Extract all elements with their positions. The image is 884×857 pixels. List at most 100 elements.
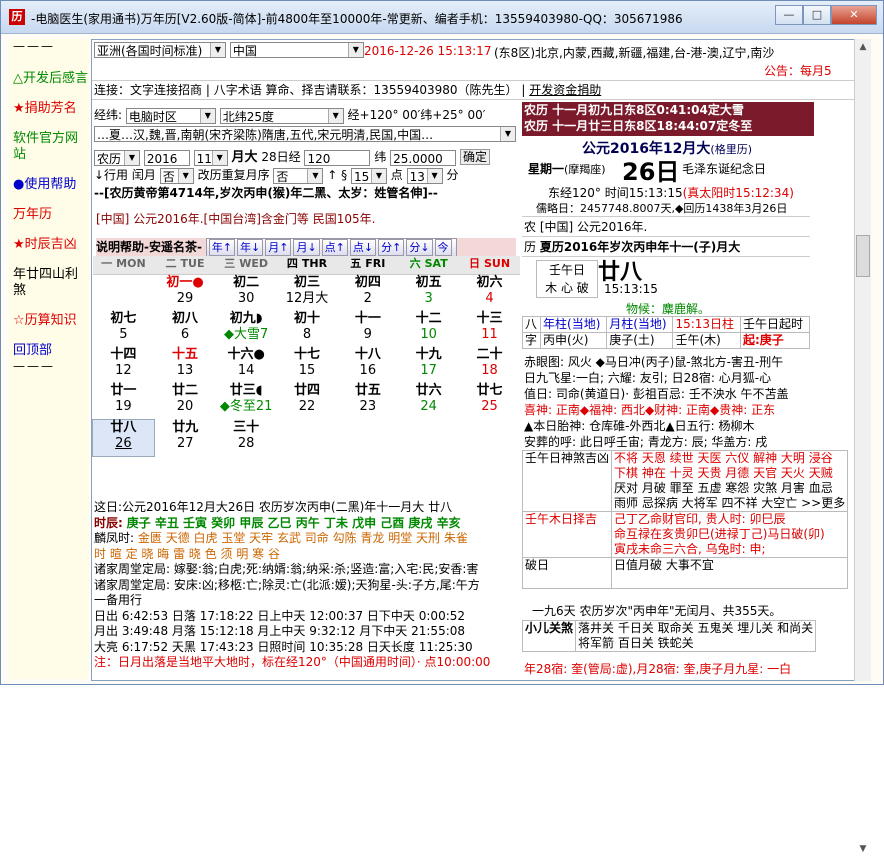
longitude-input[interactable]: 120 [304, 149, 371, 166]
calendar-day-cell[interactable]: 初五 3 [398, 275, 459, 312]
nav-item-3[interactable]: ●使用帮助 [9, 177, 89, 193]
calendar-day-cell[interactable]: 初六 4 [459, 275, 520, 312]
nav-button-6[interactable]: 分↑ [378, 239, 405, 256]
hour-value: 15 [353, 169, 370, 184]
lunar-day: 初一● [166, 275, 204, 290]
zhoutang-1: 诸家周堂定局: 嫁娶:翁;白虎;死:纳婿:翁;纳采:杀;竖造:富;入宅:民;安香… [94, 562, 479, 576]
jieqi-dongzhi: 农历 十一月廿三日东8区18:44:07定冬至 [524, 119, 753, 133]
minute-select[interactable]: 13 ▼ [406, 167, 443, 184]
lunar-day: 廿五 [354, 383, 381, 398]
scroll-up-icon[interactable]: ▲ [855, 39, 871, 55]
calendar-day-cell[interactable]: 廿四 22 [277, 383, 338, 420]
calendar-day-cell[interactable]: 十五 13 [154, 347, 215, 383]
calendar-day-cell[interactable]: 十四 12 [93, 347, 155, 383]
nav-item-0[interactable]: △开发后感言 [9, 71, 89, 87]
vertical-scrollbar[interactable]: ▲ ▼ [854, 39, 871, 854]
calendar-day-cell[interactable]: 初二 30 [216, 275, 277, 312]
scroll-down-icon[interactable]: ▼ [855, 841, 871, 857]
minimize-button[interactable]: — [775, 5, 803, 25]
calendar-day-cell[interactable]: 廿五 23 [337, 383, 398, 420]
calendar-day-cell[interactable]: 初九◗ ◆大雪7 [216, 311, 277, 347]
calendar-day-cell[interactable]: 廿六 24 [398, 383, 459, 420]
month-select[interactable]: 11 ▼ [193, 149, 228, 166]
calendar-day-cell[interactable]: 初三 12月大 [277, 275, 338, 312]
nav-item-8[interactable]: 回顶部 [9, 343, 89, 359]
bazi-cell: 起:庚子 [739, 332, 811, 349]
calendar-day-cell [398, 420, 459, 457]
confirm-button[interactable]: 确定 [459, 149, 490, 165]
nav-button-1[interactable]: 年↓ [237, 239, 264, 256]
calendar-day-cell[interactable]: 十三 11 [459, 311, 520, 347]
link-bazi[interactable]: 八字术语 [214, 83, 262, 97]
nav-button-4[interactable]: 点↑ [321, 239, 348, 256]
nav-bullet-icon: ☆ [13, 313, 25, 328]
calendar-day-cell[interactable]: 廿八 26 [92, 419, 155, 457]
solar-day: 5 [119, 327, 128, 342]
calendar-day-cell[interactable]: 十八 16 [337, 347, 398, 383]
calendar-day-cell[interactable]: 十一 9 [337, 311, 398, 347]
close-button[interactable]: ✕ [831, 5, 877, 25]
latitude-input[interactable]: 25.0000 [390, 149, 457, 166]
help-label[interactable]: 说明帮助-安遥名茶- [96, 240, 202, 254]
bazi-cell: 月柱(当地) [606, 316, 674, 333]
nav-button-5[interactable]: 点↓ [349, 239, 377, 256]
nav-item-1[interactable]: ★捐助芳名 [9, 101, 89, 117]
calendar-day-cell[interactable]: 初四 2 [337, 275, 398, 312]
nav-item-5[interactable]: ★时辰吉凶 [9, 237, 89, 253]
month-value: 11 [196, 151, 212, 166]
lunar-day: 初三 [293, 275, 320, 290]
nav-item-label: 历算知识 [24, 313, 77, 328]
solar-day: 20 [176, 399, 194, 414]
ignore-select[interactable]: 否 ▼ [273, 167, 324, 184]
calendar-day-cell[interactable]: 十九 17 [398, 347, 459, 383]
calendar-type-select[interactable]: 农历 ▼ [94, 149, 140, 166]
nav-item-7[interactable]: ☆历算知识 [9, 313, 89, 329]
nav-button-7[interactable]: 分↓ [406, 239, 433, 256]
maximize-button[interactable]: □ [803, 5, 831, 25]
link-donate[interactable]: 开发资金捐助 [529, 83, 601, 97]
nav-item-label: 使用帮助 [24, 177, 77, 192]
country-select[interactable]: 中国 ▼ [229, 42, 364, 58]
scroll-thumb[interactable] [856, 235, 870, 277]
nav-button-8[interactable]: 今 [434, 239, 452, 256]
calendar-day-cell[interactable]: 廿七 25 [459, 383, 520, 420]
nav-item-6[interactable]: 年廿四山利煞 [9, 267, 89, 299]
calendar-day-cell[interactable]: 二十 18 [459, 347, 520, 383]
calendar-day-cell[interactable]: 初八 6 [154, 311, 215, 347]
latitude-select[interactable]: 北纬25度 ▼ [219, 107, 344, 124]
solar-day: 8 [302, 327, 312, 342]
nav-item-2[interactable]: 软件官方网站 [9, 131, 89, 163]
daylight-times: 大亮 6:17:52 天黑 17:43:23 日照时间 10:35:28 日天长… [94, 639, 473, 654]
calendar-day-cell [93, 275, 155, 312]
nav-item-4[interactable]: 万年历 [9, 207, 89, 223]
dynasty-select[interactable]: …夏…汉,魏,晋,南朝(宋齐梁陈)隋唐,五代,宋元明清,民国,中国… ▼ [94, 126, 516, 142]
solar-day: 24 [420, 399, 437, 414]
bazi-cell: 丙申(火) [540, 332, 608, 349]
scroll-track[interactable] [855, 235, 871, 841]
calendar-day-cell[interactable]: 初十 8 [277, 311, 338, 347]
lunar-day: 十二 [415, 311, 442, 326]
calendar-day-cell[interactable]: 十七 15 [277, 347, 338, 383]
link-ad[interactable]: 文字连接招商 [130, 83, 202, 97]
leap-select[interactable]: 否 ▼ [159, 167, 194, 184]
month-size: 月大 [231, 150, 258, 165]
rishen-row-4[interactable]: 雨师 忌探病 大将军 四不祥 大空亡 >>更多 [614, 496, 845, 511]
calendar-day-cell[interactable]: 初七 5 [93, 311, 155, 347]
calendar-day-cell[interactable]: 十二 10 [398, 311, 459, 347]
calendar-day-cell[interactable]: 三十 28 [216, 420, 277, 457]
nav-button-2[interactable]: 月↑ [265, 239, 292, 256]
lunar-day: 廿一 [110, 383, 137, 398]
calendar-day-cell[interactable]: 廿二 20 [154, 383, 215, 420]
calendar-day-cell[interactable]: 廿九 27 [154, 420, 215, 457]
hour-select[interactable]: 15 ▼ [350, 167, 387, 184]
calendar-day-cell[interactable]: 十六● 14 [216, 347, 277, 383]
nav-button-0[interactable]: 年↑ [208, 239, 236, 256]
nav-button-3[interactable]: 月↓ [293, 239, 320, 256]
calendar-day-cell[interactable]: 廿三◖ ◆冬至21 [216, 383, 277, 420]
timezone-select[interactable]: 电脑时区 ▼ [125, 107, 216, 124]
calendar-day-cell[interactable]: 廿一 19 [93, 383, 155, 420]
region-select[interactable]: 亚洲(各国时间标准) ▼ [94, 42, 226, 58]
title-bar[interactable]: 历 -电脑医生(家用通书)万年历[V2.60版-简体]-前4800年至10000… [1, 1, 883, 34]
calendar-day-cell[interactable]: 初一● 29 [154, 275, 215, 312]
year-input[interactable]: 2016 [143, 149, 190, 166]
